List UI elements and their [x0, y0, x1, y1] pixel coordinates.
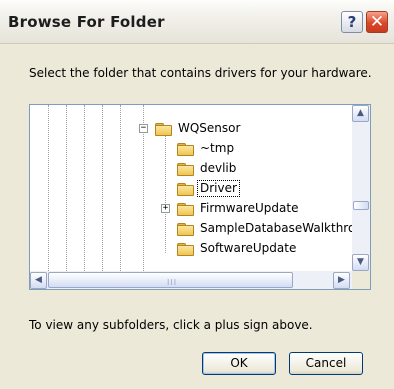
- instruction-text: Select the folder that contains drivers …: [29, 66, 372, 80]
- title-bar[interactable]: Browse For Folder ? ✕: [0, 0, 394, 44]
- ok-button[interactable]: OK: [202, 352, 276, 375]
- scroll-right-button[interactable]: ▶: [333, 272, 350, 289]
- folder-icon: [177, 203, 194, 216]
- arrow-down-icon: ▼: [357, 257, 364, 267]
- close-button[interactable]: ✕: [366, 11, 388, 33]
- tree-item-label: SampleDatabaseWalkthrou: [200, 221, 352, 235]
- folder-tree-viewport[interactable]: − WQSensor ~tmp devlib Driver + Firmware…: [30, 105, 352, 271]
- tree-item-label: SoftwareUpdate: [200, 241, 297, 255]
- folder-icon: [155, 123, 172, 136]
- tree-item-devlib[interactable]: devlib: [30, 159, 352, 179]
- scroll-left-button[interactable]: ◀: [30, 272, 47, 289]
- tree-item-firmwareupdate[interactable]: + FirmwareUpdate: [30, 199, 352, 219]
- scroll-grip: III: [167, 278, 178, 287]
- folder-icon: [177, 183, 194, 196]
- horizontal-scroll-thumb[interactable]: III: [48, 272, 293, 288]
- scroll-up-button[interactable]: ▲: [352, 105, 369, 122]
- vertical-scroll-thumb[interactable]: [353, 201, 369, 210]
- window-title: Browse For Folder: [8, 13, 165, 31]
- hint-text: To view any subfolders, click a plus sig…: [29, 318, 313, 332]
- tree-item-label: devlib: [200, 161, 237, 175]
- vertical-scrollbar[interactable]: ▲ ▼: [352, 105, 370, 271]
- help-button[interactable]: ?: [341, 11, 363, 33]
- close-icon: ✕: [369, 12, 385, 32]
- tree-item-label: WQSensor: [178, 121, 241, 135]
- browse-for-folder-dialog: Browse For Folder ? ✕ Select the folder …: [0, 0, 394, 389]
- help-icon: ?: [347, 13, 357, 31]
- horizontal-scrollbar[interactable]: ◀ III ▶: [30, 271, 352, 289]
- folder-tree[interactable]: − WQSensor ~tmp devlib Driver + Firmware…: [29, 104, 371, 290]
- expand-icon[interactable]: +: [161, 204, 170, 213]
- collapse-icon[interactable]: −: [139, 124, 148, 133]
- folder-icon: [177, 243, 194, 256]
- arrow-right-icon: ▶: [338, 275, 345, 285]
- arrow-up-icon: ▲: [357, 108, 364, 118]
- scroll-down-button[interactable]: ▼: [352, 254, 369, 271]
- tree-item-sampledatabasewalkthrough[interactable]: SampleDatabaseWalkthrou: [30, 219, 352, 239]
- tree-item-softwareupdate[interactable]: SoftwareUpdate: [30, 239, 352, 259]
- scrollbar-corner: [352, 271, 370, 289]
- tree-item-wqsensor[interactable]: − WQSensor: [30, 119, 352, 139]
- tree-item-label-selected: Driver: [197, 180, 240, 197]
- tree-item-tmp[interactable]: ~tmp: [30, 139, 352, 159]
- folder-icon: [177, 143, 194, 156]
- tree-item-driver[interactable]: Driver: [30, 179, 352, 199]
- folder-icon: [177, 163, 194, 176]
- folder-icon: [177, 223, 194, 236]
- tree-item-label: FirmwareUpdate: [200, 201, 299, 215]
- arrow-left-icon: ◀: [35, 275, 42, 285]
- cancel-button[interactable]: Cancel: [289, 352, 363, 375]
- tree-item-label: ~tmp: [200, 141, 235, 155]
